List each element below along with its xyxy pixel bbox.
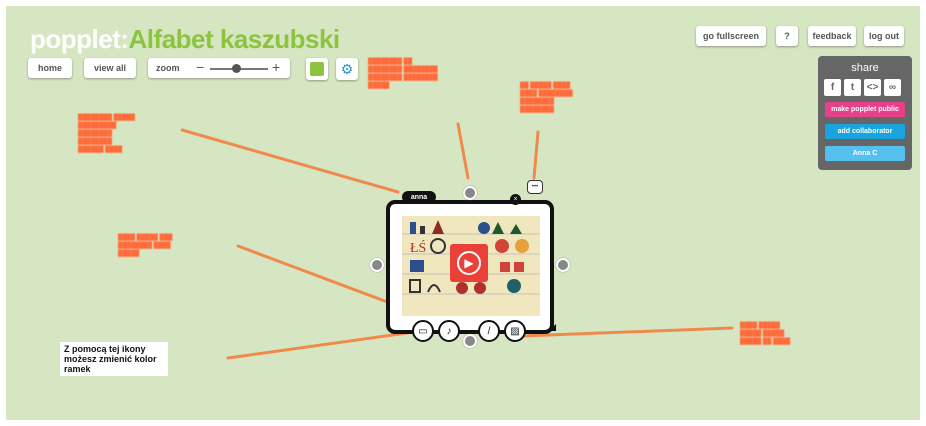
resize-handle[interactable] [549,324,556,331]
image-icon[interactable]: ▨ [504,320,526,342]
annotation-note: ██ █████ ████ ████ ████████ ████████ ██████… [520,83,573,113]
pen-icon[interactable]: / [478,320,500,342]
annotation-arrow [226,330,416,360]
comment-icon[interactable]: ••• [527,180,543,194]
paint-brush-icon[interactable]: ♪ [438,320,460,342]
annotation-note: ████ █████ ███ ████████ ████ █████ [118,235,173,257]
annotation-note: ████████ █████ █████████ ████████ ████████ █… [78,115,135,153]
annotation-arrow [532,130,540,180]
popple-author-label: anna [402,191,436,203]
annotation-arrow [180,128,400,194]
popplet-canvas[interactable]: popplet:Alfabet kaszubski home view all … [6,6,920,420]
annotation-note: ████████ ██ ████████ ████████ ████████ ███… [368,59,438,89]
close-icon[interactable]: × [510,194,521,205]
connector-handle-left[interactable] [370,258,384,272]
connector-handle-right[interactable] [556,258,570,272]
frame-color-icon[interactable]: ▭ [412,320,434,342]
hint-text: Z pomocą tej ikony możesz zmienić kolor … [60,342,168,376]
play-icon: ▶ [457,251,481,275]
connector-handle-top[interactable] [463,186,477,200]
svg-text:ŁŚ: ŁŚ [410,239,426,256]
connector-handle-bottom[interactable] [463,334,477,348]
annotation-arrow [456,122,470,180]
video-play-button[interactable]: ▶ [450,244,488,282]
annotation-note: ████ █████ █████ █████ █████ ██ ████ [740,323,791,345]
